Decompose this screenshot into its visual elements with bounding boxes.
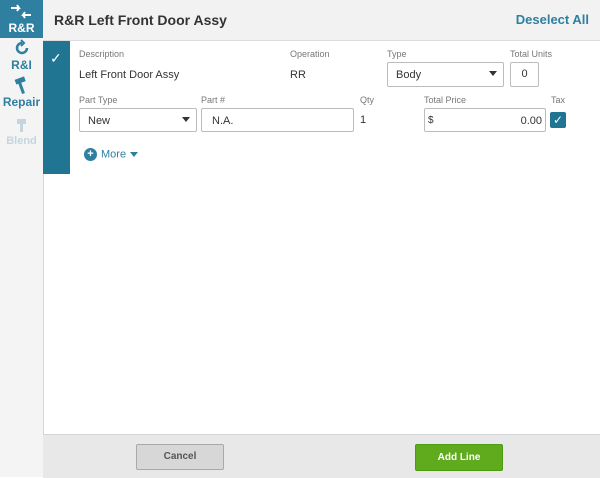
operation-rail: R&R R&I Repair Blend [0,0,44,477]
rail-label-repair: Repair [2,95,41,109]
rail-item-ri[interactable]: R&I [0,38,43,74]
rail-label-blend: Blend [6,135,37,147]
rail-item-blend[interactable]: Blend [0,114,43,150]
qty-value: 1 [360,114,367,126]
part-number-label: Part # [201,95,226,105]
line-select-toggle[interactable]: ✓ [43,41,70,174]
spray-gun-icon [17,119,26,132]
cancel-button[interactable]: Cancel [136,444,224,470]
total-units-value: 0 [521,68,528,80]
total-units-input[interactable]: 0 [510,62,539,87]
part-number-input[interactable]: N.A. [201,108,354,132]
more-toggle[interactable]: + More [84,148,139,161]
remove-replace-icon [11,4,31,19]
part-number-value: N.A. [212,115,234,127]
hammer-icon [14,76,26,94]
checkmark-icon: ✓ [50,50,62,66]
total-price-value: 0.00 [520,115,542,127]
rail-item-repair[interactable]: Repair [0,74,43,114]
tax-label: Tax [551,95,566,105]
more-label: More [101,148,127,161]
chevron-down-icon [489,71,497,76]
total-units-label: Total Units [510,49,553,59]
part-type-select[interactable]: New [79,108,197,132]
type-label: Type [387,49,407,59]
total-price-label: Total Price [424,95,467,105]
part-type-label: Part Type [79,95,118,105]
page-title: R&R Left Front Door Assy [54,12,227,28]
rail-label-rr: R&R [8,21,35,35]
operation-value: RR [290,69,306,81]
type-select[interactable]: Body [387,62,504,87]
qty-label: Qty [360,95,375,105]
add-line-button[interactable]: Add Line [415,444,503,471]
description-label: Description [79,49,125,59]
operation-label: Operation [290,49,330,59]
deselect-all-link[interactable]: Deselect All [516,12,589,27]
chevron-down-icon [182,117,190,122]
rail-label-ri: R&I [11,58,32,72]
type-selected-value: Body [396,69,422,81]
description-value: Left Front Door Assy [79,69,180,81]
refresh-icon [15,39,29,55]
header-bar: R&R Left Front Door Assy Deselect All [43,0,600,41]
part-type-selected-value: New [88,115,111,127]
caret-down-icon [130,152,139,157]
tax-checkbox[interactable]: ✓ [550,112,566,128]
plus-circle-icon: + [84,148,97,161]
rail-item-rr[interactable]: R&R [0,0,43,38]
footer-bar: Cancel Add Line [43,434,600,478]
currency-symbol: $ [428,115,434,126]
total-price-input[interactable]: $ 0.00 [424,108,546,132]
